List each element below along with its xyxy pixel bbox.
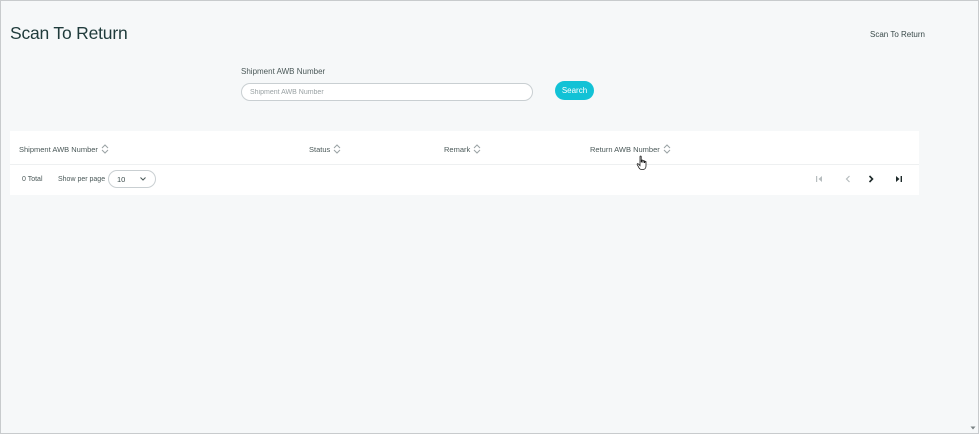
table-footer: 0 Total Show per page 10 — [10, 165, 919, 195]
column-header-status[interactable]: Status — [309, 143, 341, 155]
next-page-icon[interactable] — [865, 173, 877, 185]
breadcrumb[interactable]: Scan To Return — [870, 30, 925, 39]
column-header-return-awb[interactable]: Return AWB Number — [590, 143, 671, 155]
column-header-label: Status — [309, 144, 331, 154]
awb-search-input[interactable] — [241, 83, 533, 101]
hand-cursor-icon — [636, 155, 647, 170]
column-header-remark[interactable]: Remark — [444, 143, 481, 155]
page-title: Scan To Return — [10, 23, 128, 43]
column-header-label: Return AWB Number — [590, 144, 660, 154]
sort-icon — [473, 143, 481, 155]
search-button[interactable]: Search — [555, 81, 594, 100]
per-page-label: Show per page — [58, 176, 106, 183]
per-page-value: 10 — [117, 175, 126, 184]
prev-page-icon[interactable] — [842, 173, 854, 185]
column-header-label: Remark — [444, 144, 471, 154]
sort-icon — [101, 143, 109, 155]
sort-icon — [333, 143, 341, 155]
column-header-label: Shipment AWB Number — [19, 144, 98, 154]
scroll-down-arrow-icon[interactable] — [970, 425, 976, 431]
app-window: Scan To Return Scan To Return Shipment A… — [0, 0, 979, 434]
results-table: Shipment AWB Number Status Remark Return… — [10, 131, 919, 195]
first-page-icon[interactable] — [813, 173, 825, 185]
per-page-select[interactable]: 10 — [108, 170, 156, 188]
table-header: Shipment AWB Number Status Remark Return… — [10, 131, 919, 165]
last-page-icon[interactable] — [893, 173, 905, 185]
chevron-down-icon — [140, 177, 146, 181]
column-header-shipment-awb[interactable]: Shipment AWB Number — [19, 143, 109, 155]
awb-field-label: Shipment AWB Number — [241, 67, 326, 76]
total-count: 0 Total — [22, 176, 43, 183]
sort-icon — [663, 143, 671, 155]
